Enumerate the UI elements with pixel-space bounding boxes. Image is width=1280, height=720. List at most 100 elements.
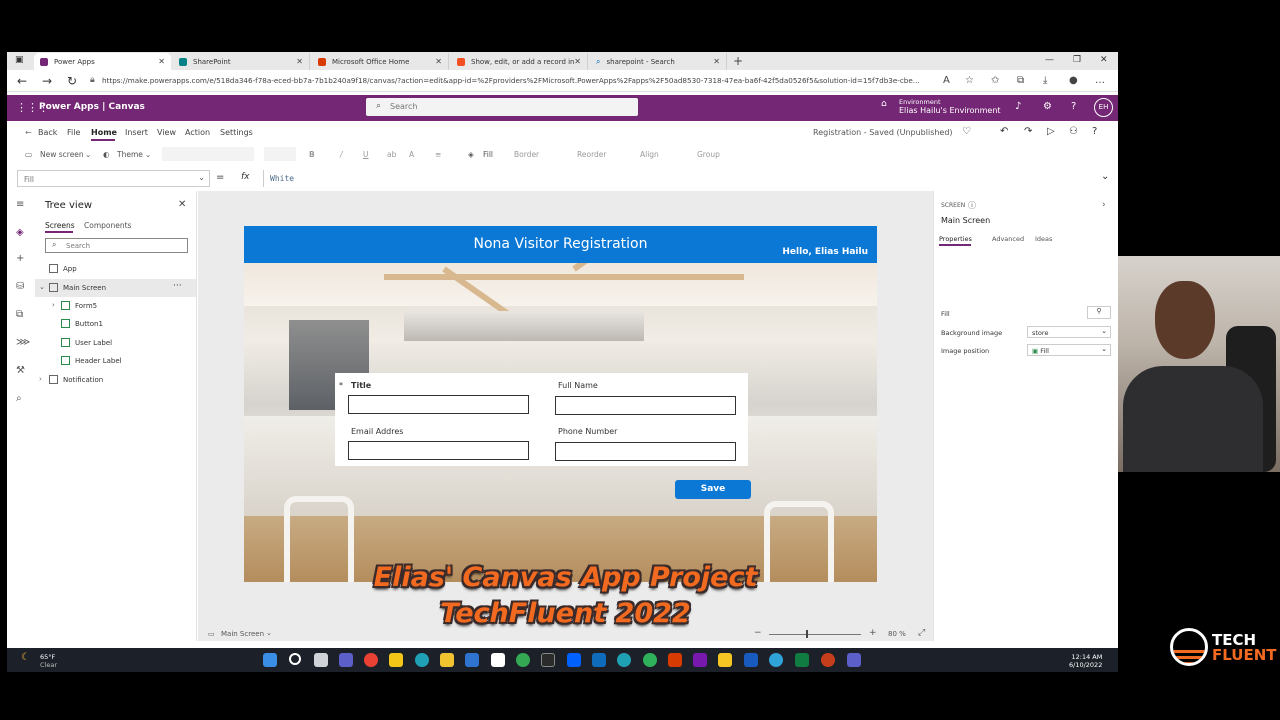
menu-settings[interactable]: Settings [220,128,253,137]
tree-item-user-label[interactable]: User Label [35,334,196,352]
forward-arrow-icon[interactable]: → [42,74,52,88]
chrome-icon[interactable] [364,653,378,667]
url-field[interactable]: https://make.powerapps.com/e/518da346-f7… [102,76,934,85]
restore-icon[interactable]: ❐ [1073,55,1081,65]
border-button[interactable]: Border [514,150,539,159]
italic-icon[interactable]: / [340,150,343,159]
tab-advanced[interactable]: Advanced [992,235,1024,243]
advanced-tools-icon[interactable]: ⚒ [16,365,25,376]
expand-formula-icon[interactable]: ⌄ [1101,171,1109,182]
font-color-icon[interactable]: A [409,150,414,159]
close-tab-icon[interactable]: ✕ [158,57,165,66]
teams-icon[interactable] [847,653,861,667]
font-size-select[interactable] [264,147,296,161]
onenote-icon[interactable] [693,653,707,667]
close-tab-icon[interactable]: ✕ [713,57,720,66]
help-icon[interactable]: ? [1092,126,1097,137]
favorites-icon[interactable]: ✩ [991,75,999,86]
menu-view[interactable]: View [157,128,176,137]
edge-icon[interactable] [415,653,429,667]
background-image-dropdown[interactable]: store ⌄ [1027,326,1111,338]
tab-components[interactable]: Components [84,221,131,230]
environment-picker[interactable]: ⌂ Environment Elias Hailu's Environment [881,98,1001,115]
close-tab-icon[interactable]: ✕ [296,57,303,66]
screen-selector[interactable]: Main Screen [221,630,264,638]
tree-item-app[interactable]: App [35,260,196,278]
taskbar-clock[interactable]: 12:14 AM 6/10/2022 [1069,653,1102,669]
theme-button[interactable]: Theme [117,150,143,159]
chevron-right-icon[interactable]: › [52,301,55,309]
tab-screens[interactable]: Screens [45,221,75,230]
redo-icon[interactable]: ↷ [1024,126,1032,137]
browser-tab-sharepoint[interactable]: SharePoint ✕ [173,53,310,70]
share-user-icon[interactable]: ⚇ [1069,126,1078,137]
menu-file[interactable]: File [67,128,80,137]
fx-button[interactable]: fx [241,172,250,182]
tree-item-notification[interactable]: › Notification [35,371,196,389]
back-arrow-icon[interactable]: ← [17,74,27,88]
file-explorer-icon[interactable] [440,653,454,667]
notifications-bell-icon[interactable]: ♪ [1015,101,1021,112]
tree-search-input[interactable]: ⌕ Search [45,238,188,253]
align-button[interactable]: Align [640,150,659,159]
chevron-down-icon[interactable]: ⌄ [39,283,45,291]
email-input[interactable] [348,441,529,460]
more-options-icon[interactable]: ··· [173,281,182,291]
mail-icon[interactable] [592,653,606,667]
hamburger-menu-icon[interactable]: ≡ [16,199,24,210]
group-button[interactable]: Group [697,150,720,159]
browser-tab-powerapps[interactable]: Power Apps ✕ [34,53,171,70]
downloads-icon[interactable]: ⤓ [1043,75,1047,86]
edge-beta-icon[interactable] [643,653,657,667]
teams-chat-icon[interactable] [339,653,353,667]
info-icon[interactable]: ⓘ [968,200,976,211]
search-icon[interactable] [289,653,301,665]
weather-moon-icon[interactable]: ☾ [21,652,30,663]
font-family-select[interactable] [162,147,254,161]
tab-ideas[interactable]: Ideas [1035,235,1052,243]
office-icon[interactable] [668,653,682,667]
refresh-icon[interactable]: ↻ [67,74,77,88]
zoom-slider-thumb[interactable] [806,630,808,638]
fill-button[interactable]: Fill [483,150,493,159]
close-window-icon[interactable]: ✕ [1100,55,1108,65]
insert-plus-icon[interactable]: + [16,253,24,264]
power-automate-icon[interactable]: ⋙ [16,337,30,348]
save-button[interactable]: Save [675,480,751,499]
edge-dev-icon[interactable] [617,653,631,667]
powerapps-search-input[interactable]: ⌕ Search [366,98,638,116]
align-text-icon[interactable]: ≡ [435,150,441,159]
dropbox-icon[interactable] [567,653,581,667]
edge-canary-icon[interactable] [769,653,783,667]
power-automate-icon[interactable] [541,653,555,667]
formula-input[interactable]: White [263,170,1092,187]
tree-item-button1[interactable]: Button1 [35,315,196,333]
minimize-icon[interactable]: — [1045,55,1054,65]
word-icon[interactable] [744,653,758,667]
title-input[interactable] [348,395,529,414]
tab-properties[interactable]: Properties [939,235,972,243]
property-dropdown[interactable]: Fill ⌄ [17,170,210,187]
close-tab-icon[interactable]: ✕ [574,57,581,66]
settings-gear-icon[interactable]: ⚙ [1043,101,1052,112]
zoom-in-icon[interactable]: + [869,628,877,638]
close-icon[interactable]: ✕ [178,199,186,210]
app-screen-preview[interactable]: Nona Visitor Registration Hello, Elias H… [244,226,877,582]
menu-action[interactable]: Action [185,128,210,137]
powerpoint-icon[interactable] [821,653,835,667]
weather-widget[interactable]: 65°F Clear [40,653,57,669]
play-preview-icon[interactable]: ▷ [1047,126,1055,137]
tree-item-form5[interactable]: › Form5 [35,297,196,315]
strikethrough-icon[interactable]: ab [387,150,396,159]
browser-tab-search[interactable]: ⌕ sharepoint - Search ✕ [590,53,727,70]
search-icon[interactable]: ⌕ [16,393,22,404]
media-icon[interactable]: ⧉ [16,309,23,320]
amazon-icon[interactable] [491,653,505,667]
help-icon[interactable]: ? [1071,101,1076,112]
fit-to-window-icon[interactable]: ⤢ [918,628,925,638]
store-icon[interactable] [465,653,479,667]
new-tab-button[interactable]: + [733,54,743,68]
chrome-icon[interactable] [516,653,530,667]
tree-view-icon[interactable]: ◈ [16,227,24,238]
menu-insert[interactable]: Insert [125,128,148,137]
